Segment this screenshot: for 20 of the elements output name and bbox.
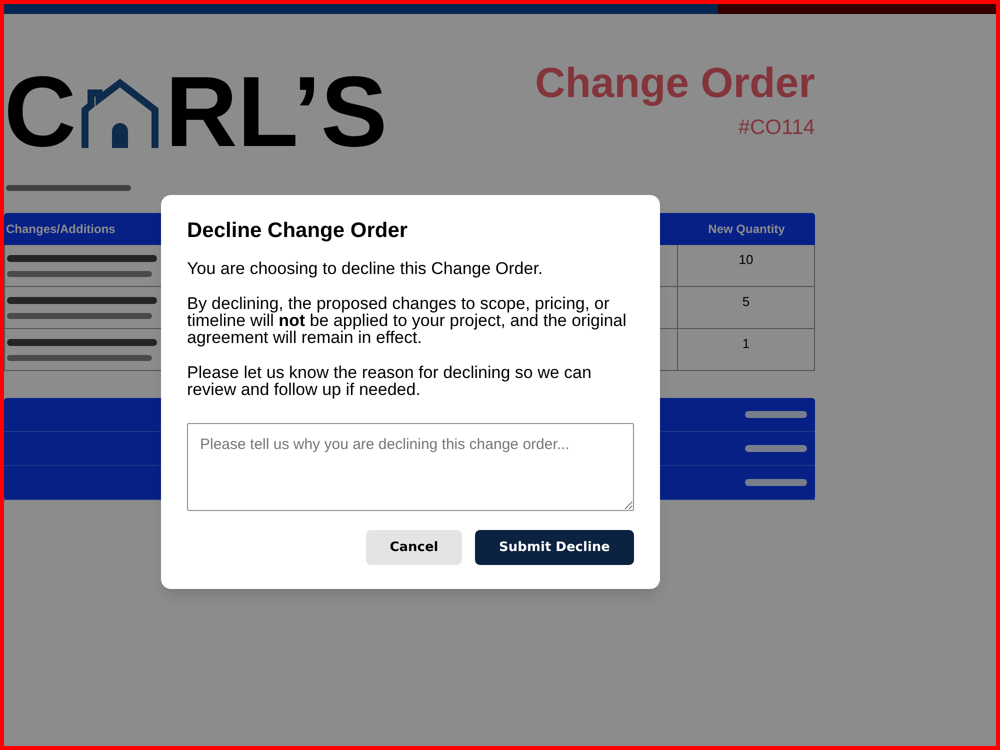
order-number: #CO114 xyxy=(738,117,815,138)
dialog-text: Please let us know the reason for declining so we can review and follow up if needed. xyxy=(187,364,592,398)
logo-text: C xyxy=(4,62,76,162)
dialog-text: You are choosing to decline this Change Order. xyxy=(187,260,544,277)
dialog-text: By declining, the proposed changes to scope, pricing, or timeline will not be applied to your project, and the original agreement will remain in effect. xyxy=(187,295,628,346)
table-cell: 10 xyxy=(677,245,814,286)
text-placeholder-line xyxy=(745,445,807,452)
submit-decline-button[interactable]: Submit Decline xyxy=(475,530,634,565)
reason-field[interactable]: Please tell us why you are declining this change order... xyxy=(187,423,634,511)
text-placeholder-line xyxy=(745,411,807,418)
text-placeholder-line xyxy=(745,479,807,486)
logo-text: RL’S xyxy=(165,62,388,162)
cancel-button[interactable]: Cancel xyxy=(366,530,462,565)
column-header: New Quantity xyxy=(707,221,786,238)
house-icon xyxy=(79,78,162,148)
table-cell: 5 xyxy=(677,287,814,328)
dialog-title: Decline Change Order xyxy=(187,219,409,243)
page-title: Change Order xyxy=(534,62,815,104)
table-cell: 1 xyxy=(677,329,814,370)
column-header: Changes/Additions xyxy=(6,221,116,238)
